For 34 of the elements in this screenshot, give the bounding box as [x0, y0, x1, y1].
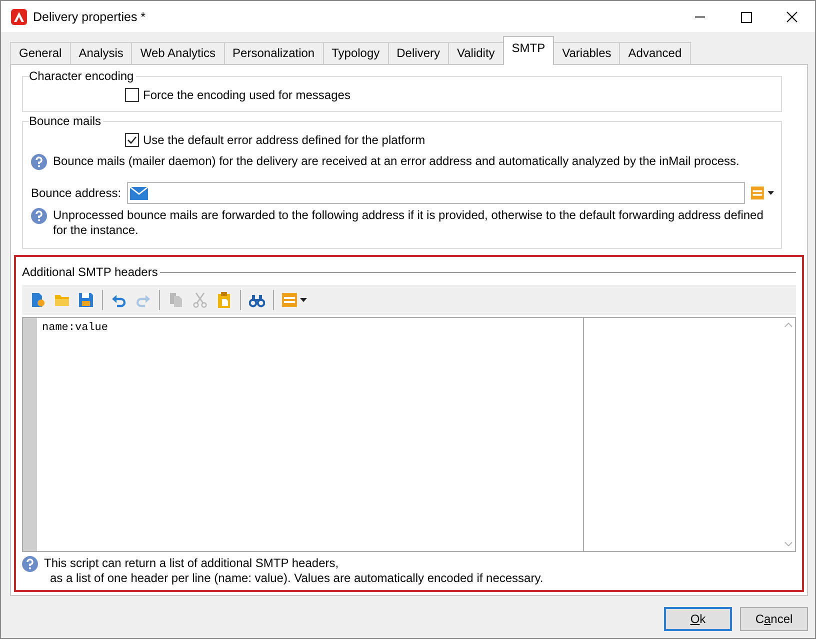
- field-label: Bounce address:: [31, 186, 122, 200]
- code-line: name:value: [42, 322, 108, 334]
- tab[interactable]: General: [10, 42, 71, 64]
- new-script-icon[interactable]: [30, 292, 46, 308]
- section-title: Additional SMTP headers: [22, 265, 158, 279]
- note-text: as a list of one header per line (name: value). Values are automatically encoded if necessary.: [49, 571, 544, 586]
- info-text: Bounce mails (mailer daemon) for the delivery are received at an error address and automatically analyzed by the inMail process.: [53, 154, 740, 169]
- app-logo-icon: [11, 8, 27, 24]
- tab[interactable]: Advanced: [619, 42, 691, 64]
- dialog-button[interactable]: Cancel: [740, 607, 808, 631]
- insert-dropdown-icon[interactable]: [282, 292, 308, 308]
- group-title: Character encoding: [29, 69, 135, 83]
- help-icon: [22, 556, 38, 572]
- scroll-down-icon[interactable]: [784, 541, 792, 547]
- envelope-icon: [130, 186, 148, 200]
- help-icon: [31, 208, 47, 224]
- info-text: Unprocessed bounce mails are forwarded to the following address if it is provided, otherwise to the default forwarding address defined for the instance.: [53, 208, 764, 238]
- checkbox[interactable]: [125, 88, 139, 102]
- dialog-button[interactable]: Ok: [664, 607, 732, 631]
- window-title: Delivery properties *: [33, 10, 146, 24]
- note-text: This script can return a list of additional SMTP headers,: [44, 556, 340, 571]
- undo-icon[interactable]: [111, 292, 127, 308]
- group-title: Bounce mails: [29, 114, 102, 128]
- help-icon: [31, 154, 47, 170]
- address-field[interactable]: [127, 182, 745, 204]
- address-book-dropdown-icon[interactable]: [751, 185, 775, 201]
- tab[interactable]: SMTP: [502, 36, 554, 65]
- scroll-up-icon[interactable]: [784, 322, 792, 328]
- checkbox[interactable]: [125, 133, 139, 147]
- checkbox-label[interactable]: Force the encoding used for messages: [143, 88, 350, 102]
- checkbox-label[interactable]: Use the default error address defined for the platform: [143, 133, 426, 147]
- clipboard-icon[interactable]: [216, 292, 232, 308]
- save-icon[interactable]: [78, 292, 94, 308]
- binoculars-icon[interactable]: [249, 292, 265, 308]
